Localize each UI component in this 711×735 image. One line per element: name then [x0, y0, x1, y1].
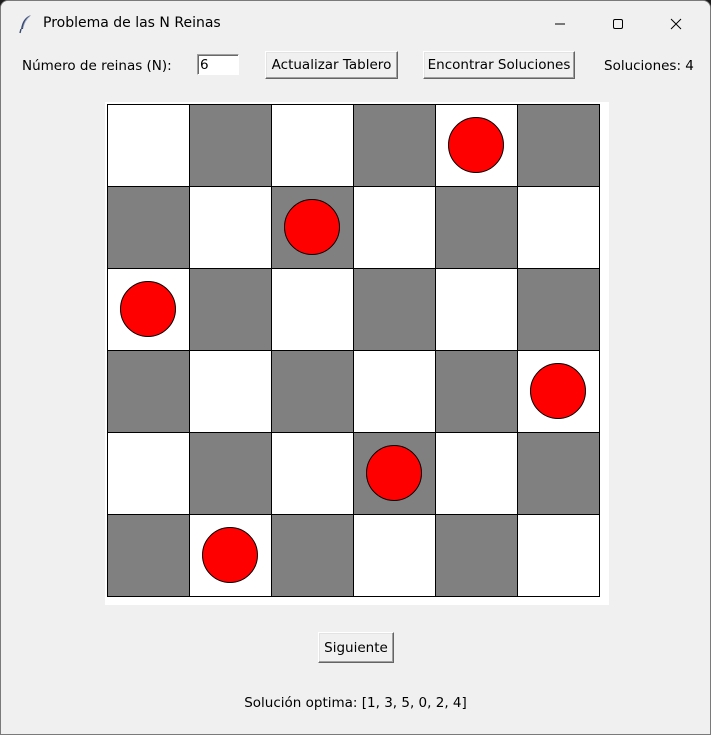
board-cell — [436, 433, 518, 515]
board-cell — [518, 269, 600, 351]
board-cell — [518, 105, 600, 187]
board-cell — [108, 433, 190, 515]
board-cell — [436, 187, 518, 269]
queen-piece — [120, 281, 176, 337]
board-cell — [190, 351, 272, 433]
board-cell — [436, 105, 518, 187]
find-solutions-button[interactable]: Encontrar Soluciones — [423, 51, 575, 79]
board-cell — [272, 351, 354, 433]
board-cell — [272, 105, 354, 187]
n-label: Número de reinas (N): — [22, 58, 172, 74]
queen-piece — [530, 363, 586, 419]
minimize-icon — [555, 23, 565, 25]
board-cell — [354, 433, 436, 515]
queen-piece — [284, 199, 340, 255]
board-cell — [518, 351, 600, 433]
board-cell — [272, 433, 354, 515]
close-button[interactable] — [647, 1, 705, 47]
next-button[interactable]: Siguiente — [318, 632, 394, 663]
board-cell — [190, 105, 272, 187]
board-cell — [272, 515, 354, 597]
n-input[interactable] — [197, 54, 239, 75]
chess-board — [107, 104, 600, 597]
board-cell — [436, 515, 518, 597]
update-board-button[interactable]: Actualizar Tablero — [265, 51, 398, 79]
board-cell — [518, 187, 600, 269]
queen-piece — [366, 445, 422, 501]
board-cell — [190, 433, 272, 515]
board-cell — [108, 105, 190, 187]
board-cell — [108, 187, 190, 269]
app-window: Problema de las N Reinas Número de reina… — [0, 0, 711, 735]
queen-piece — [448, 117, 504, 173]
close-icon — [670, 18, 682, 30]
solution-label: Solución optima: [1, 3, 5, 0, 2, 4] — [244, 695, 467, 711]
board-cell — [272, 187, 354, 269]
board-cell — [436, 269, 518, 351]
board-cell — [354, 351, 436, 433]
board-cell — [272, 269, 354, 351]
minimize-button[interactable] — [531, 1, 589, 47]
window-title: Problema de las N Reinas — [43, 15, 221, 31]
board-cell — [518, 515, 600, 597]
board-cell — [354, 105, 436, 187]
title-bar[interactable]: Problema de las N Reinas — [1, 1, 710, 47]
board-cell — [354, 187, 436, 269]
toolbar: Número de reinas (N): Actualizar Tablero… — [1, 47, 710, 87]
feather-icon — [18, 14, 34, 34]
board-cell — [190, 187, 272, 269]
maximize-button[interactable] — [589, 1, 647, 47]
solutions-count: Soluciones: 4 — [604, 58, 694, 74]
board-cell — [190, 515, 272, 597]
queen-piece — [202, 527, 258, 583]
board-cell — [108, 351, 190, 433]
board-cell — [108, 515, 190, 597]
board-cell — [518, 433, 600, 515]
board-cell — [354, 515, 436, 597]
board-cell — [436, 351, 518, 433]
board-cell — [190, 269, 272, 351]
board-cell — [108, 269, 190, 351]
maximize-icon — [613, 19, 623, 29]
board-cell — [354, 269, 436, 351]
board-canvas — [105, 102, 609, 605]
